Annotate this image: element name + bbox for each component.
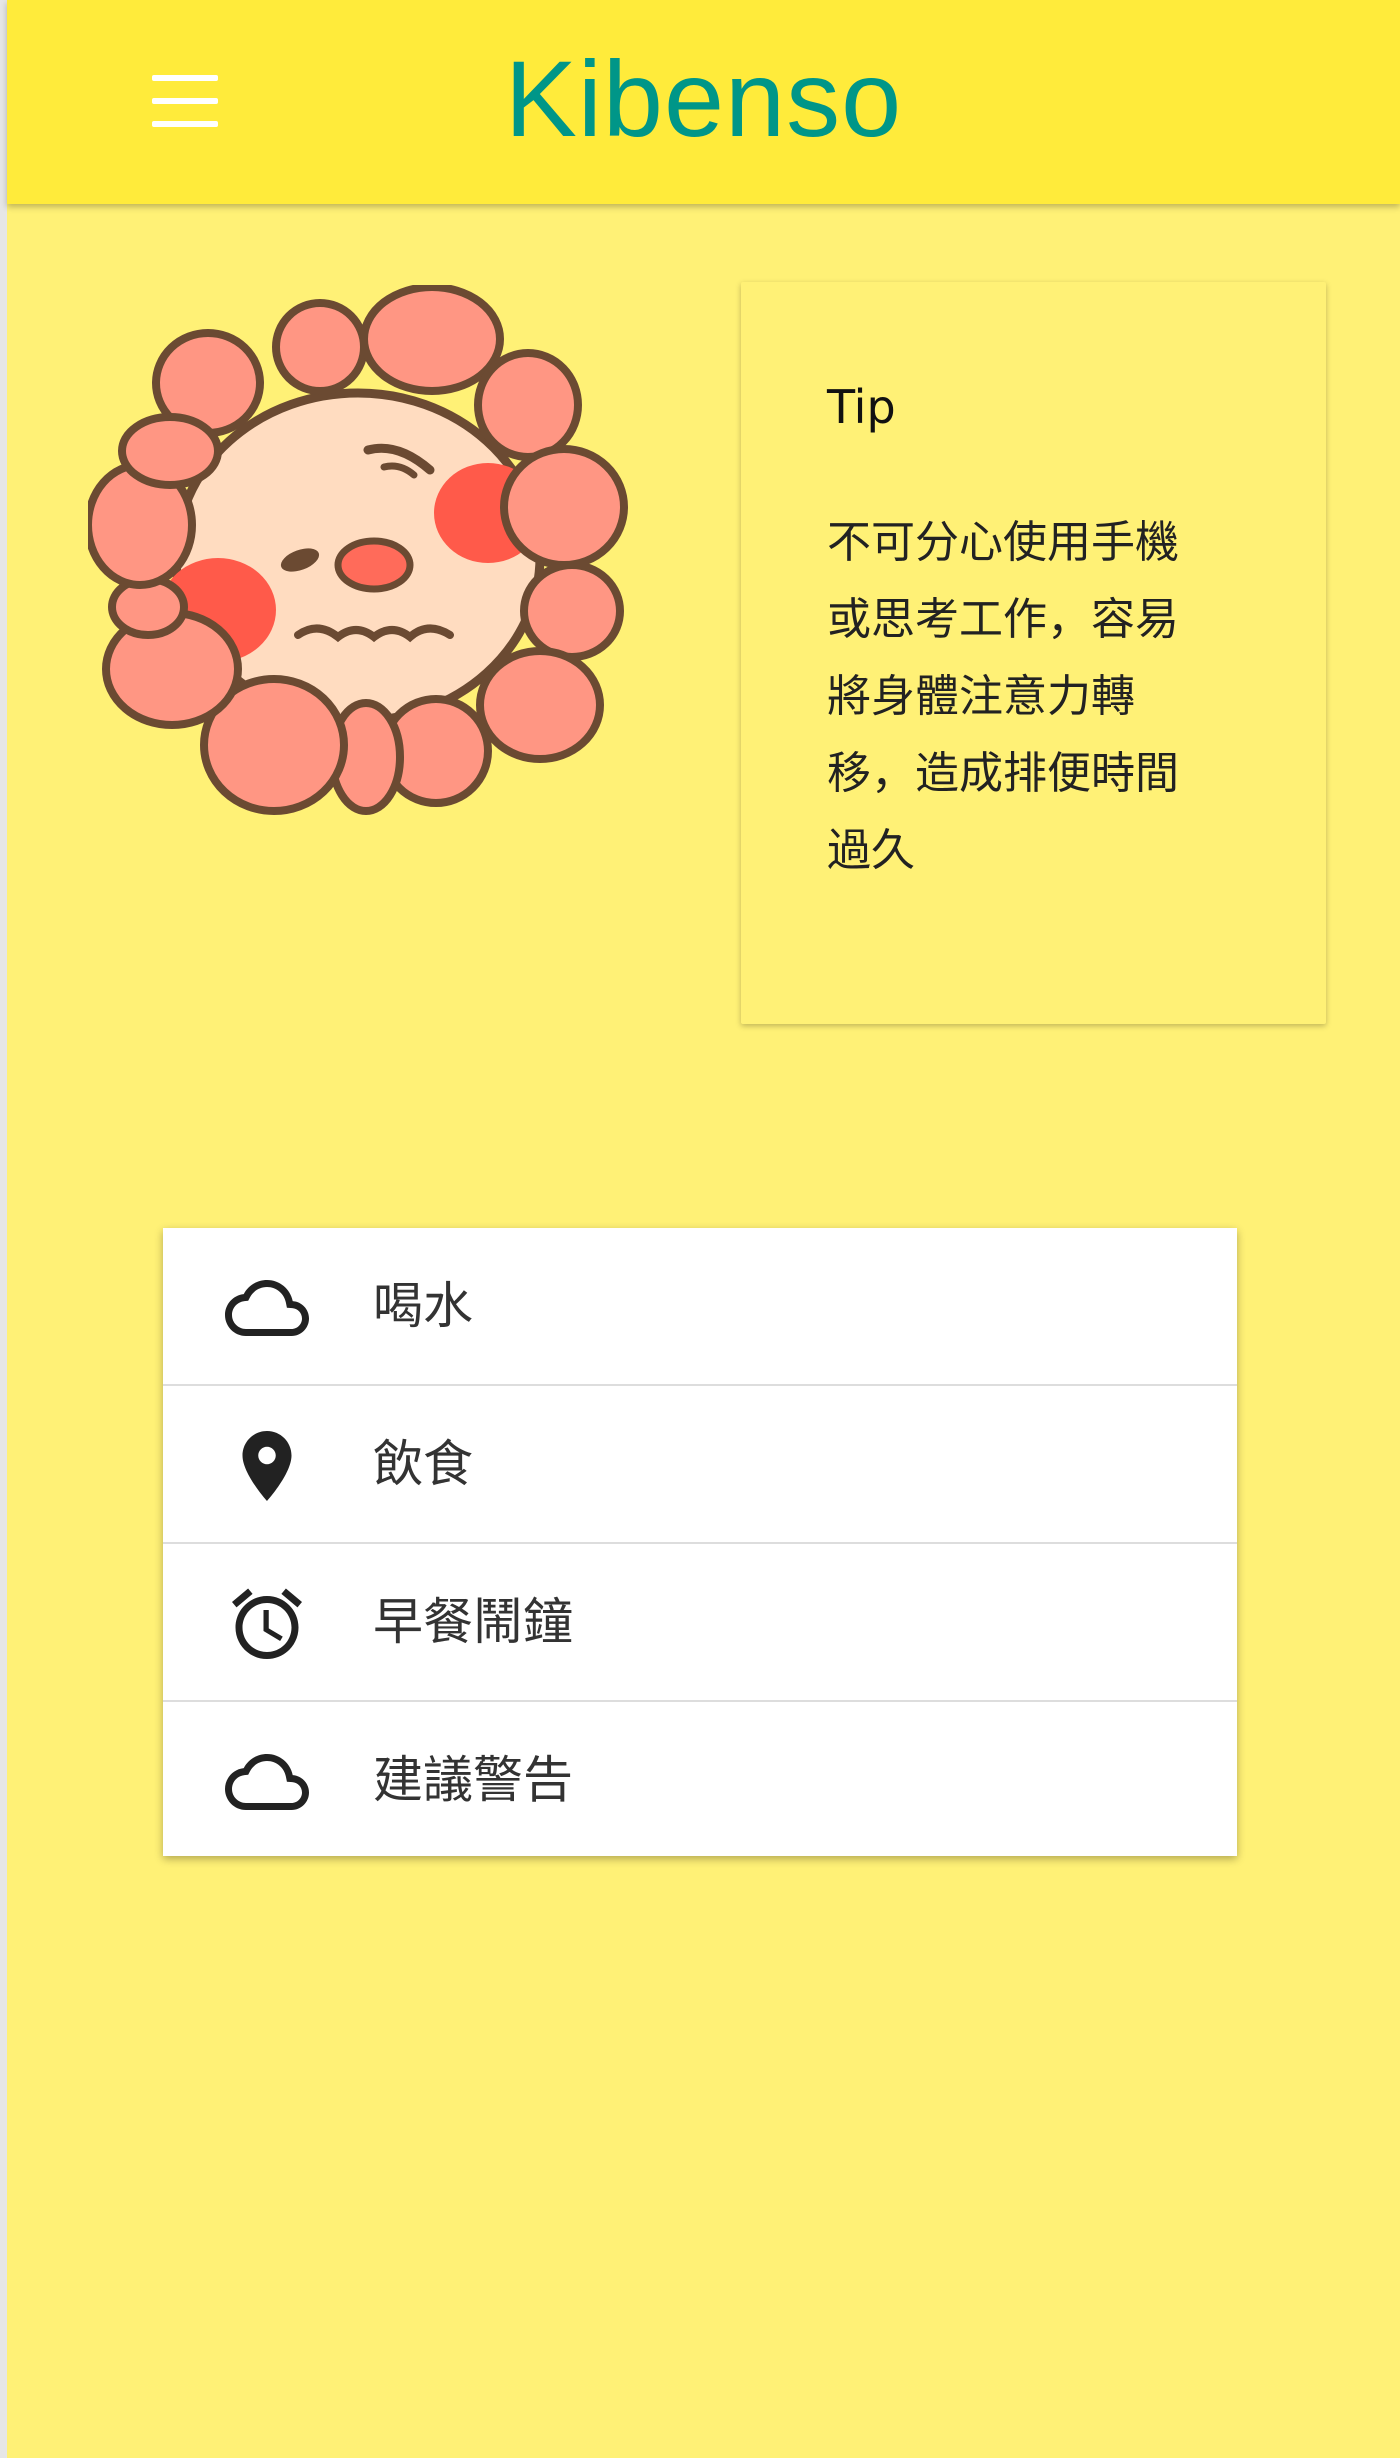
cloud-icon [225,1754,309,1810]
tip-card: Tip 不可分心使用手機或思考工作，容易將身體注意力轉移，造成排便時間過久 [741,282,1326,1024]
list-item-drink-water[interactable]: 喝水 [163,1228,1237,1386]
list-item-label: 建議警告 [373,1751,573,1809]
window-edge [0,0,7,2458]
list-item-breakfast-alarm[interactable]: 早餐鬧鐘 [163,1544,1237,1702]
alarm-clock-icon [232,1588,302,1659]
app-bar: Kibenso [7,0,1400,204]
intestine-mascot-illustration [88,285,628,815]
cloud-icon [225,1280,309,1336]
app-title: Kibenso [504,38,903,159]
list-item-label: 喝水 [373,1277,473,1335]
tip-title: Tip [827,380,896,434]
tip-body: 不可分心使用手機或思考工作，容易將身體注意力轉移，造成排便時間過久 [827,517,1179,876]
list-item-label: 早餐鬧鐘 [373,1593,573,1651]
list-item-diet[interactable]: 飲食 [163,1386,1237,1544]
list-item-advice-warning[interactable]: 建議警告 [163,1702,1237,1858]
list-item-label: 飲食 [373,1435,473,1493]
location-pin-icon [242,1431,292,1501]
feature-list: 喝水 飲食 早餐鬧鐘 建議警告 [163,1228,1237,1856]
